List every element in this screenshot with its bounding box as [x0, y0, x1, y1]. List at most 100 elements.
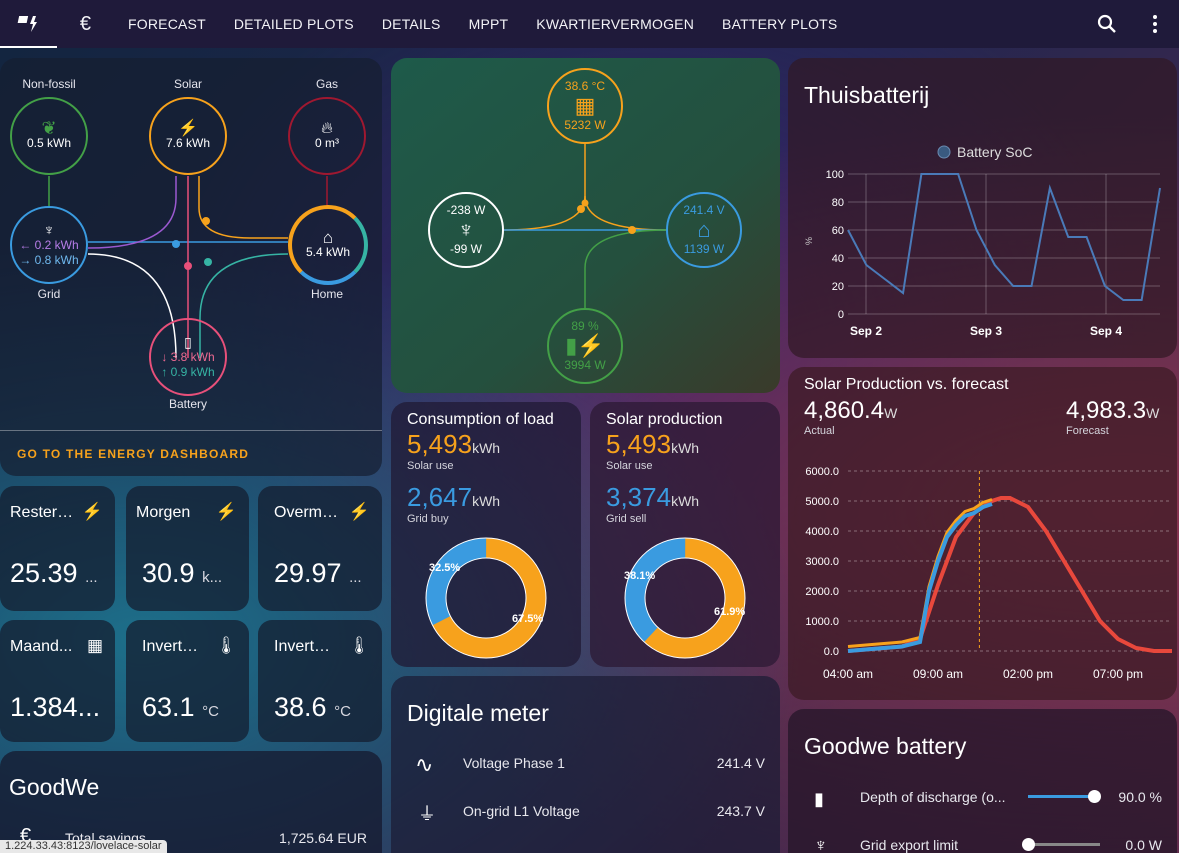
- voltage-phase-value: 241.4 V: [716, 755, 765, 771]
- x-tick-label: Sep 4: [1090, 324, 1122, 338]
- battery-power-node[interactable]: 89 % ▮⚡ 3994 W: [547, 308, 623, 384]
- export-label: Grid export limit: [860, 837, 959, 853]
- grid-power-node[interactable]: -238 W ♆ -99 W: [428, 192, 504, 268]
- dod-value: 90.0 %: [1118, 789, 1162, 805]
- fire-icon: 🔥︎: [321, 120, 333, 137]
- tile-inverter-temp-1[interactable]: Inverter... 🌡︎ 63.1 °C: [126, 620, 249, 742]
- search-button[interactable]: [1083, 0, 1131, 48]
- more-options-button[interactable]: [1131, 0, 1179, 48]
- tile-month[interactable]: Maand... ▦ 1.384...: [0, 620, 115, 742]
- home-icon: ⌂: [697, 217, 711, 242]
- y-tick-label: 80: [832, 197, 844, 209]
- home-power-node[interactable]: 241.4 V ⌂ 1139 W: [666, 192, 742, 268]
- battery-in: ↓ 3.8 kWh: [161, 349, 215, 364]
- home-node[interactable]: ⌂ 5.4 kWh: [288, 205, 368, 285]
- dod-slider[interactable]: [1028, 795, 1094, 798]
- tab-euro[interactable]: €: [57, 0, 114, 48]
- y-tick-label: 1000.0: [805, 616, 839, 628]
- tile-inverter-temp-2[interactable]: Inverter... 🌡︎ 38.6 °C: [258, 620, 382, 742]
- tile-name: Maand...: [10, 638, 73, 655]
- y-axis-label: %: [804, 237, 814, 245]
- y-tick-label: 60: [832, 225, 844, 237]
- calculator-icon: ▦: [86, 636, 103, 655]
- battery-percent: 89 %: [571, 319, 599, 333]
- tab-detailed-plots[interactable]: DETAILED PLOTS: [220, 0, 368, 48]
- y-tick-label: 2000.0: [805, 586, 839, 598]
- solar-production-donut: [624, 537, 746, 659]
- grid-node[interactable]: ♆ ← 0.2 kWh → 0.8 kWh: [10, 206, 88, 284]
- gas-value: 0 m³: [315, 136, 339, 150]
- solar-power-icon: ⚡: [215, 502, 237, 521]
- solar-power-icon: ⚡: [81, 502, 103, 521]
- energy-flow-card: Non-fossil ❦ 0.5 kWh Solar ⚡ 7.6 kWh Gas…: [0, 58, 382, 476]
- nonfossil-node[interactable]: ❦ 0.5 kWh: [10, 97, 88, 175]
- solar-node[interactable]: ⚡ 7.6 kWh: [149, 97, 227, 175]
- y-tick-label: 3000.0: [805, 556, 839, 568]
- euro-icon: €: [79, 12, 92, 35]
- tile-day-after-forecast[interactable]: Overmo... ⚡ 29.97 ...: [258, 486, 382, 611]
- thermometer-icon: 🌡︎: [215, 636, 237, 655]
- gas-node[interactable]: 🔥︎ 0 m³: [288, 97, 366, 175]
- x-tick-label: 02:00 pm: [1003, 667, 1053, 681]
- goodwe-battery-card: Goodwe battery ▮ Depth of discharge (o..…: [788, 709, 1177, 853]
- tab-mppt[interactable]: MPPT: [455, 0, 523, 48]
- solar-temp: 38.6 °C: [564, 79, 606, 93]
- x-tick-label: Sep 3: [970, 324, 1002, 338]
- tab-kwartiervermogen[interactable]: KWARTIERVERMOGEN: [522, 0, 708, 48]
- solar-production-card: Solar production 5,493kWh Solar use 3,374…: [590, 402, 780, 667]
- grid-out-watts: -99 W: [449, 242, 482, 256]
- grid-in-watts: -238 W: [446, 203, 486, 217]
- sine-wave-icon: ∿: [415, 752, 434, 777]
- x-tick-label: 07:00 pm: [1093, 667, 1143, 681]
- dod-slider-handle[interactable]: [1088, 790, 1101, 803]
- tile-tomorrow-forecast[interactable]: Morgen ⚡ 30.9 k...: [126, 486, 249, 611]
- battery-arrow-down-icon: ▮: [814, 789, 824, 809]
- grid-in-value: 0.2 kWh: [34, 237, 79, 252]
- battery-icon: ▯: [184, 333, 192, 350]
- home-watts: 1139 W: [683, 242, 725, 256]
- solar-power-node[interactable]: 38.6 °C ▦ 5232 W: [547, 68, 623, 144]
- home-icon: ⌂: [322, 228, 334, 247]
- y-tick-label: 40: [832, 253, 844, 265]
- search-icon: [1097, 14, 1116, 33]
- grid-out-value: 0.8 kWh: [34, 252, 79, 267]
- tab-details[interactable]: DETAILS: [368, 0, 455, 48]
- plug-icon: ⏚: [418, 804, 436, 824]
- tile-value: 1.384...: [10, 692, 101, 722]
- transmission-tower-icon: ♆: [457, 217, 475, 242]
- tile-value: 29.97: [274, 558, 342, 588]
- tab-solar[interactable]: [0, 0, 57, 48]
- card-title: GoodWe: [9, 774, 100, 800]
- top-app-bar: € FORECAST DETAILED PLOTS DETAILS MPPT K…: [0, 0, 1179, 48]
- export-slider[interactable]: [1028, 843, 1100, 846]
- divider: [0, 430, 382, 431]
- ongrid-voltage-label: On-grid L1 Voltage: [463, 803, 580, 819]
- export-slider-handle[interactable]: [1022, 838, 1035, 851]
- tile-remaining-forecast[interactable]: Restere... ⚡ 25.39 ...: [0, 486, 115, 611]
- tile-name: Inverter...: [142, 638, 206, 655]
- nonfossil-value: 0.5 kWh: [26, 136, 71, 150]
- battery-charging-icon: ▮⚡: [565, 333, 605, 358]
- forecast-series-line: [847, 496, 1172, 653]
- ongrid-voltage-value: 243.7 V: [716, 803, 765, 819]
- tile-value: 63.1: [142, 692, 195, 722]
- x-tick-label: 09:00 am: [913, 667, 963, 681]
- tile-unit: ...: [349, 569, 362, 586]
- donut-inner-outline: [644, 557, 726, 639]
- tab-forecast[interactable]: FORECAST: [114, 0, 220, 48]
- solar-forecast-card: Solar Production vs. forecast 4,860.4W Ac…: [788, 367, 1177, 700]
- goodwe-card: GoodWe € Total savings 1,725.64 EUR: [0, 751, 382, 853]
- card-title: Digitale meter: [407, 700, 549, 726]
- grid-label: Grid: [37, 287, 61, 301]
- energy-dashboard-link[interactable]: GO TO THE ENERGY DASHBOARD: [17, 447, 249, 461]
- soc-series-line: [847, 173, 1161, 301]
- grid-in: ← 0.2 kWh: [19, 237, 79, 252]
- dots-vertical-icon: [1153, 15, 1157, 33]
- tile-unit: °C: [334, 703, 351, 720]
- battery-node[interactable]: ▯ ↓ 3.8 kWh ↑ 0.9 kWh: [149, 318, 227, 396]
- solar-power-icon: ⚡: [178, 120, 198, 137]
- tab-battery-plots[interactable]: BATTERY PLOTS: [708, 0, 851, 48]
- home-voltage: 241.4 V: [683, 203, 725, 217]
- tile-unit: °C: [202, 703, 219, 720]
- battery-out-value: 0.9 kWh: [170, 364, 215, 379]
